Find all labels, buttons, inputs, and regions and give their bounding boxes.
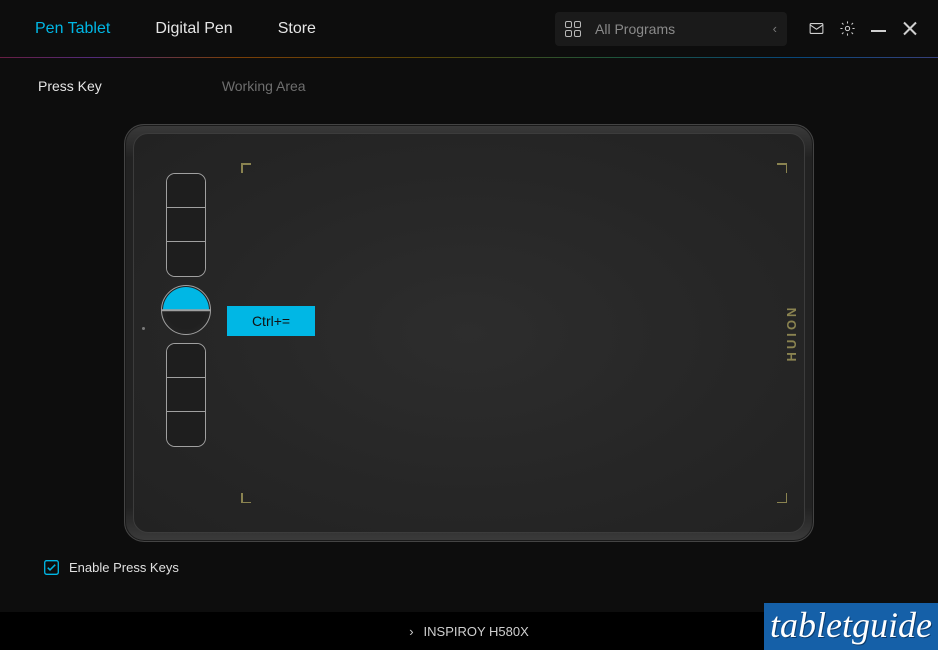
subtab-working-area[interactable]: Working Area	[222, 78, 306, 94]
subtab-press-key[interactable]: Press Key	[38, 78, 102, 94]
watermark: tabletguide	[764, 603, 938, 650]
press-key-1[interactable]	[167, 174, 205, 208]
dial-wheel[interactable]	[161, 285, 211, 335]
press-key-6[interactable]	[167, 412, 205, 446]
key-group-top	[166, 173, 206, 277]
crop-mark-bl	[241, 489, 255, 503]
chevron-left-icon: ‹	[773, 21, 777, 36]
tablet-brand-label: HUION	[784, 305, 799, 362]
press-key-4[interactable]	[167, 344, 205, 378]
program-selector[interactable]: All Programs ‹	[555, 12, 787, 46]
mail-icon[interactable]	[807, 20, 825, 38]
device-name: INSPIROY H580X	[424, 624, 529, 639]
tablet-body: Ctrl+= HUION	[124, 124, 814, 542]
crop-mark-tr	[773, 163, 787, 177]
program-selector-label: All Programs	[595, 21, 773, 37]
tablet-preview: Ctrl+= HUION	[0, 124, 938, 542]
window-controls	[807, 20, 918, 38]
key-group-bottom	[166, 343, 206, 447]
top-bar: Pen Tablet Digital Pen Store All Program…	[0, 0, 938, 57]
dial-wheel-top[interactable]	[163, 287, 209, 310]
tab-digital-pen[interactable]: Digital Pen	[155, 20, 232, 38]
tab-store[interactable]: Store	[278, 20, 316, 38]
subtabs: Press Key Working Area	[0, 58, 938, 94]
indicator-dot	[142, 327, 145, 330]
minimize-button[interactable]	[869, 20, 887, 38]
crop-mark-br	[773, 489, 787, 503]
crop-mark-tl	[241, 163, 255, 177]
nav-tabs: Pen Tablet Digital Pen Store	[35, 20, 316, 38]
close-button[interactable]	[900, 20, 918, 38]
tab-pen-tablet[interactable]: Pen Tablet	[35, 20, 110, 38]
divider	[0, 57, 938, 58]
press-keys-column	[161, 173, 211, 447]
press-key-5[interactable]	[167, 378, 205, 412]
press-key-3[interactable]	[167, 242, 205, 276]
checkbox-checked-icon	[44, 560, 59, 575]
chevron-right-icon: ›	[409, 624, 413, 639]
enable-press-keys-row[interactable]: Enable Press Keys	[0, 542, 938, 575]
press-key-2[interactable]	[167, 208, 205, 242]
enable-press-keys-label: Enable Press Keys	[69, 560, 179, 575]
gear-icon[interactable]	[838, 20, 856, 38]
apps-grid-icon	[565, 21, 581, 37]
key-shortcut-tooltip: Ctrl+=	[227, 306, 315, 336]
